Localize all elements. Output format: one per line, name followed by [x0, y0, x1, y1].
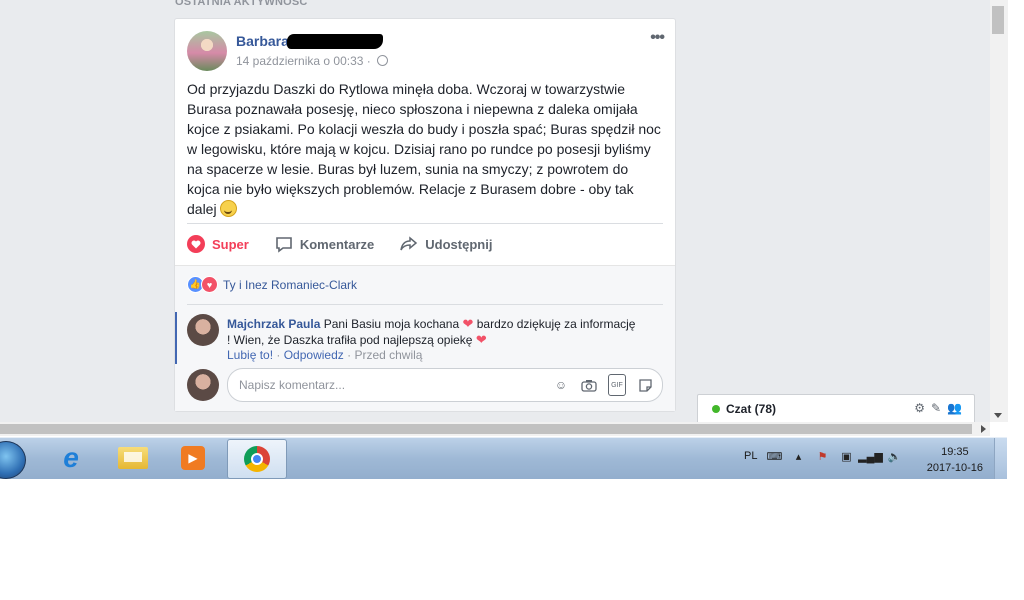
show-desktop-button[interactable] [994, 438, 1007, 479]
comment-button[interactable]: Komentarze [275, 236, 374, 253]
react-button[interactable]: Super [187, 235, 249, 253]
chat-tools: ⚙ ✎ 👥 [914, 401, 962, 415]
online-status-icon [712, 405, 720, 413]
network-icon[interactable]: ▂▄▆ [858, 449, 883, 463]
chat-tab[interactable]: Czat (78) ⚙ ✎ 👥 [697, 394, 975, 422]
emoji-icon[interactable]: ☺ [552, 376, 570, 394]
comment-icon [276, 236, 292, 253]
user-avatar [187, 369, 219, 401]
love-icon: ♥ [201, 276, 218, 293]
comment-input[interactable]: Napisz komentarz... ☺ GIF [227, 368, 663, 402]
heart-icon: ❤ [462, 316, 474, 331]
h-scroll-thumb[interactable] [0, 424, 972, 434]
system-tray: PL ⌨ ▴ ⚑ ▣ ▂▄▆ 🔈 [744, 449, 901, 463]
comment-body: Majchrzak Paula Pani Basiu moja kochana … [227, 316, 647, 348]
heart-icon [187, 235, 205, 253]
browser-viewport: OSTATNIA AKTYWNOŚĆ Barbara 14 październi… [0, 0, 1008, 422]
comment-text-1: Pani Basiu moja kochana [323, 317, 460, 331]
comment-author[interactable]: Majchrzak Paula [227, 317, 320, 331]
clock[interactable]: 19:35 2017-10-16 [927, 444, 983, 476]
edit-icon[interactable]: ✎ [931, 401, 941, 415]
device-icon[interactable]: ▣ [839, 449, 853, 463]
taskbar-explorer[interactable] [104, 439, 162, 477]
folder-icon [118, 447, 148, 469]
divider [187, 304, 663, 305]
group-icon[interactable]: 👥 [947, 401, 962, 415]
comment-meta: Lubię to! · Odpowiedz · Przed chwilą [227, 348, 423, 362]
scroll-right-icon[interactable] [981, 425, 986, 433]
reactions-text: Ty i Inez Romaniec-Clark [223, 277, 358, 292]
author-name[interactable]: Barbara [236, 33, 289, 49]
comment-text-2: bardzo dziękuję za informację [476, 317, 636, 331]
camera-icon[interactable] [580, 376, 598, 394]
show-hidden-icon[interactable]: ▴ [791, 449, 805, 463]
comment-item: Majchrzak Paula Pani Basiu moja kochana … [175, 312, 667, 364]
ie-icon: e [63, 442, 79, 473]
gif-label: GIF [608, 374, 626, 396]
reactions-summary[interactable]: 👍 ♥ Ty i Inez Romaniec-Clark [187, 276, 357, 293]
comment-time[interactable]: Przed chwilą [354, 348, 422, 362]
share-button[interactable]: Udostępnij [400, 236, 492, 252]
start-button[interactable] [0, 441, 26, 479]
section-title: OSTATNIA AKTYWNOŚĆ [175, 0, 308, 8]
gif-icon[interactable]: GIF [608, 374, 626, 396]
gear-icon[interactable]: ⚙ [914, 401, 925, 415]
post-card: Barbara 14 października o 00:33 · ••• Od… [174, 18, 676, 412]
globe-icon [377, 55, 389, 66]
comment-reply-link[interactable]: Odpowiedz [284, 348, 344, 362]
taskbar-media-player[interactable]: ▶ [164, 439, 222, 477]
post-text: Od przyjazdu Daszki do Rytlowa minęła do… [187, 81, 661, 217]
taskbar-ie[interactable]: e [42, 439, 100, 477]
sticker-icon[interactable] [636, 376, 654, 394]
clock-date: 2017-10-16 [926, 462, 983, 474]
scroll-down-icon[interactable] [994, 413, 1002, 418]
action-center-icon[interactable]: ⚑ [815, 449, 829, 463]
comment-label: Komentarze [299, 236, 375, 252]
comments-section: 👍 ♥ Ty i Inez Romaniec-Clark Majchrzak P… [175, 265, 675, 411]
comment-like-link[interactable]: Lubię to! [227, 348, 273, 362]
taskbar-chrome[interactable] [227, 439, 287, 479]
divider [187, 223, 663, 224]
more-options-button[interactable]: ••• [650, 29, 665, 47]
scroll-thumb[interactable] [992, 6, 1004, 34]
share-label: Udostępnij [425, 236, 493, 252]
redacted-name [287, 34, 383, 49]
horizontal-scrollbar[interactable] [0, 422, 990, 436]
commenter-avatar[interactable] [187, 314, 219, 346]
comment-text-3: ! Wien, że Daszka trafiła pod najlepszą … [227, 333, 473, 347]
chrome-icon [244, 446, 270, 472]
chat-label: Czat (78) [726, 402, 777, 416]
taskbar: e ▶ PL ⌨ ▴ ⚑ ▣ ▂▄▆ 🔈 19:35 2017-10-16 [0, 437, 1007, 479]
comment-placeholder: Napisz komentarz... [239, 378, 346, 392]
post-body: Od przyjazdu Daszki do Rytlowa minęła do… [187, 79, 665, 219]
post-date[interactable]: 14 października o 00:33 · [236, 54, 389, 68]
smiley-icon [219, 200, 237, 217]
volume-icon[interactable]: 🔈 [887, 449, 902, 463]
media-player-icon: ▶ [181, 446, 205, 470]
heart-icon: ❤ [475, 332, 487, 347]
react-label: Super [212, 236, 249, 252]
composer-tools: ☺ GIF [552, 374, 654, 396]
keyboard-icon[interactable]: ⌨ [767, 449, 783, 463]
post-actions: Super Komentarze Udostępnij [187, 231, 518, 257]
clock-time: 19:35 [941, 446, 969, 458]
share-icon [400, 236, 418, 251]
vertical-scrollbar[interactable] [990, 0, 1008, 422]
author-avatar[interactable] [187, 31, 227, 71]
post-date-text: 14 października o 00:33 · [236, 54, 371, 68]
language-indicator[interactable]: PL [744, 450, 757, 462]
